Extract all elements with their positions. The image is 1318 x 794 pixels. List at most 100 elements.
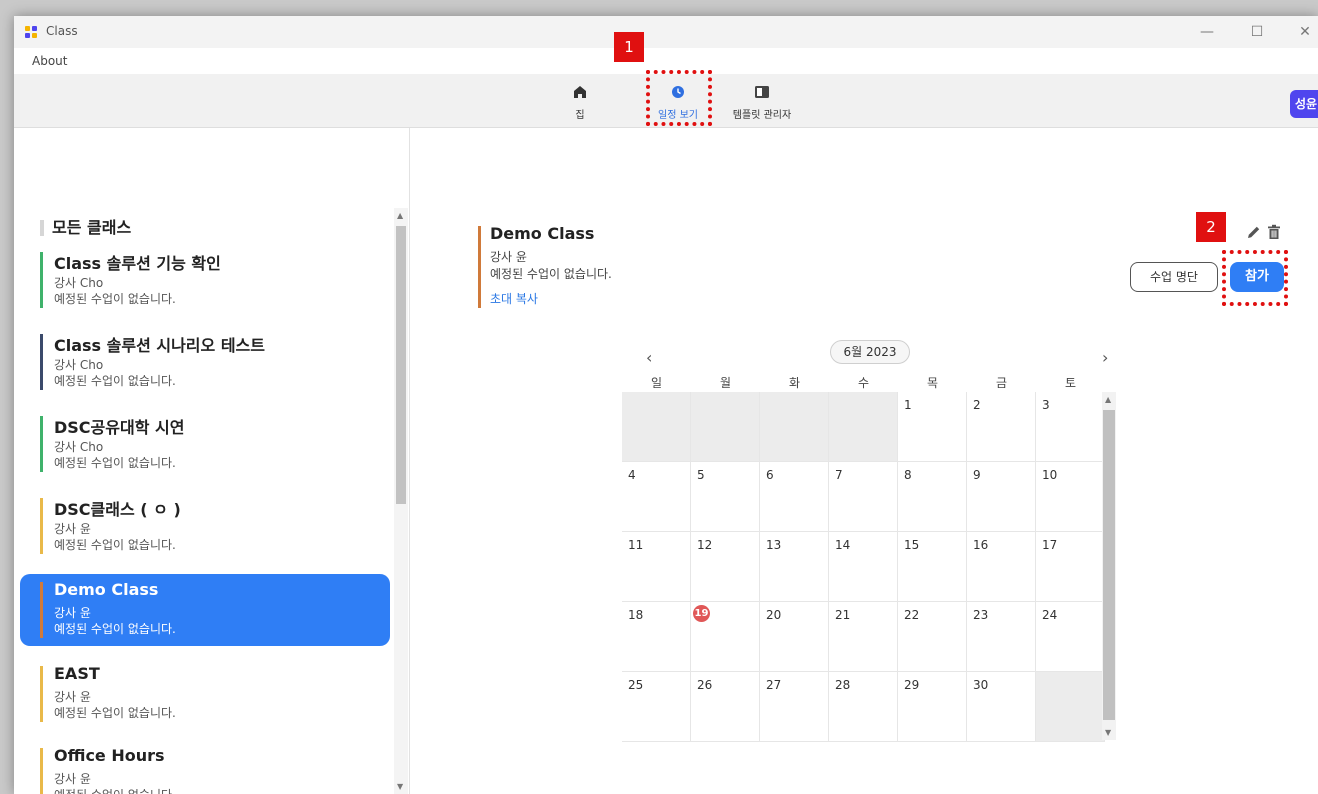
class-teacher: 강사 윤 (54, 606, 91, 620)
scroll-down-arrow-icon[interactable]: ▼ (1105, 728, 1111, 737)
calendar-day-cell[interactable]: 29 (898, 672, 967, 742)
calendar-day-cell[interactable]: 26 (691, 672, 760, 742)
calendar-day-cell[interactable]: 12 (691, 532, 760, 602)
day-number: 24 (1042, 608, 1058, 622)
class-name: DSC클래스 ( ㅇ ) (54, 500, 181, 519)
calendar-day-cell[interactable]: 1 (898, 392, 967, 462)
calendar-day-cell[interactable]: 27 (760, 672, 829, 742)
minimize-button[interactable]: — (1192, 21, 1222, 43)
calendar-day-cell[interactable]: 18 (622, 602, 691, 672)
class-status: 예정된 수업이 없습니다. (54, 538, 176, 552)
nav-template-manager[interactable]: 템플릿 관리자 (724, 84, 800, 121)
class-item[interactable]: DSC클래스 ( ㅇ ) 강사 윤 예정된 수업이 없습니다. (20, 490, 390, 562)
calendar-empty-cell (622, 392, 691, 462)
class-item[interactable]: Class 솔루션 시나리오 테스트 강사 Cho 예정된 수업이 없습니다. (20, 326, 390, 398)
class-status: 예정된 수업이 없습니다. (54, 292, 176, 306)
calendar-day-cell[interactable]: 21 (829, 602, 898, 672)
annotation-highlight-schedule (646, 70, 712, 126)
class-name: EAST (54, 664, 100, 683)
detail-class-title: Demo Class (490, 224, 595, 243)
nav-template-manager-label: 템플릿 관리자 (732, 110, 792, 121)
calendar-day-cell[interactable]: 28 (829, 672, 898, 742)
menu-about[interactable]: About (32, 54, 67, 68)
calendar-month-label[interactable]: 6월 2023 (830, 340, 910, 364)
weekday-header: 일 (650, 376, 663, 390)
close-button[interactable]: ✕ (1290, 21, 1318, 43)
app-window: Class — ☐ ✕ About 집 일정 보기 템플릿 관리자 성윤 모든 … (14, 16, 1318, 794)
class-color-bar (478, 226, 481, 308)
calendar-day-cell[interactable]: 14 (829, 532, 898, 602)
day-number: 5 (697, 468, 705, 482)
calendar-day-cell[interactable]: 25 (622, 672, 691, 742)
day-number: 15 (904, 538, 920, 552)
class-teacher: 강사 윤 (54, 690, 91, 704)
class-color-bar (40, 334, 43, 390)
day-number: 20 (766, 608, 782, 622)
calendar-day-cell[interactable]: 23 (967, 602, 1036, 672)
calendar-scrollbar-thumb[interactable] (1103, 410, 1115, 720)
calendar-day-cell[interactable]: 24 (1036, 602, 1105, 672)
day-number: 12 (697, 538, 713, 552)
day-number: 30 (973, 678, 989, 692)
class-name: DSC공유대학 시연 (54, 418, 185, 437)
nav-home[interactable]: 집 (558, 84, 602, 121)
scroll-up-arrow-icon[interactable]: ▲ (1105, 395, 1111, 404)
day-number: 4 (628, 468, 636, 482)
calendar-day-cell[interactable]: 3 (1036, 392, 1105, 462)
weekday-header: 수 (857, 376, 870, 390)
weekday-header: 토 (1064, 376, 1077, 390)
calendar-day-cell[interactable]: 15 (898, 532, 967, 602)
calendar-day-cell[interactable]: 4 (622, 462, 691, 532)
class-roster-button[interactable]: 수업 명단 (1130, 262, 1218, 292)
calendar-day-cell[interactable]: 30 (967, 672, 1036, 742)
calendar-day-cell[interactable]: 11 (622, 532, 691, 602)
sidebar-scrollbar[interactable]: ▲ ▼ (394, 208, 408, 794)
day-number: 26 (697, 678, 713, 692)
calendar-grid: 1 2 3 4 5 6 7 8 9 10 11 12 13 14 15 16 17 18 19 20 21 22 23 24 2… (622, 392, 1105, 742)
copy-invite-link[interactable]: 초대 복사 (490, 290, 538, 307)
scroll-down-arrow-icon[interactable]: ▼ (397, 782, 403, 791)
calendar-scrollbar[interactable]: ▲ ▼ (1102, 392, 1116, 740)
calendar-day-cell[interactable]: 22 (898, 602, 967, 672)
calendar-day-cell[interactable]: 19 (691, 602, 760, 672)
edit-pencil-icon[interactable] (1246, 224, 1262, 240)
class-status: 예정된 수업이 없습니다. (54, 456, 176, 470)
class-name: Office Hours (54, 746, 165, 765)
calendar-day-cell[interactable]: 10 (1036, 462, 1105, 532)
class-item[interactable]: Class 솔루션 기능 확인 강사 Cho 예정된 수업이 없습니다. (20, 244, 390, 316)
calendar-day-cell[interactable]: 20 (760, 602, 829, 672)
trash-icon[interactable] (1266, 224, 1282, 240)
annotation-step-2: 2 (1196, 212, 1226, 242)
class-item[interactable]: DSC공유대학 시연 강사 Cho 예정된 수업이 없습니다. (20, 408, 390, 480)
user-avatar[interactable]: 성윤 (1290, 90, 1318, 118)
today-day-number: 19 (693, 605, 710, 622)
sidebar-scrollbar-thumb[interactable] (396, 226, 406, 504)
class-item-selected[interactable]: Demo Class 강사 윤 예정된 수업이 없습니다. (20, 574, 390, 646)
home-icon (574, 86, 586, 98)
calendar-day-cell[interactable]: 8 (898, 462, 967, 532)
calendar-day-cell[interactable]: 6 (760, 462, 829, 532)
calendar-day-cell[interactable]: 16 (967, 532, 1036, 602)
app-logo-icon (25, 26, 38, 39)
next-month-chevron-icon[interactable]: › (1102, 348, 1108, 367)
calendar-day-cell[interactable]: 17 (1036, 532, 1105, 602)
weekday-header: 월 (719, 376, 732, 390)
class-status: 예정된 수업이 없습니다. (54, 706, 176, 720)
class-item[interactable]: EAST 강사 윤 예정된 수업이 없습니다. (20, 658, 390, 730)
calendar-day-cell[interactable]: 5 (691, 462, 760, 532)
calendar-day-cell[interactable]: 13 (760, 532, 829, 602)
day-number: 23 (973, 608, 989, 622)
day-number: 17 (1042, 538, 1058, 552)
calendar-day-cell[interactable]: 2 (967, 392, 1036, 462)
calendar-day-cell[interactable]: 7 (829, 462, 898, 532)
day-number: 3 (1042, 398, 1050, 412)
day-number: 27 (766, 678, 782, 692)
class-item[interactable]: Office Hours 강사 윤 예정된 수업이 없습니다. (20, 740, 390, 794)
prev-month-chevron-icon[interactable]: ‹ (646, 348, 652, 367)
day-number: 10 (1042, 468, 1058, 482)
scroll-up-arrow-icon[interactable]: ▲ (397, 211, 403, 220)
maximize-button[interactable]: ☐ (1242, 21, 1272, 43)
calendar-day-cell[interactable]: 9 (967, 462, 1036, 532)
calendar-empty-cell (691, 392, 760, 462)
day-number: 25 (628, 678, 644, 692)
